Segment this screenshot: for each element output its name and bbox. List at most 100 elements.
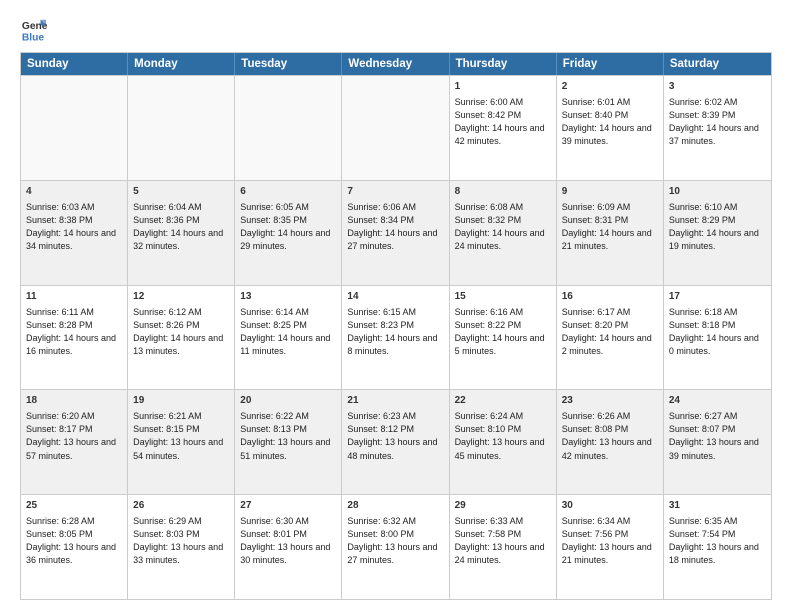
cell-info: Sunrise: 6:28 AM Sunset: 8:05 PM Dayligh… bbox=[26, 515, 122, 567]
day-number: 17 bbox=[669, 290, 766, 304]
day-number: 1 bbox=[455, 80, 551, 94]
cell-info: Sunrise: 6:27 AM Sunset: 8:07 PM Dayligh… bbox=[669, 410, 766, 462]
day-number: 21 bbox=[347, 394, 443, 408]
header-day-monday: Monday bbox=[128, 53, 235, 75]
calendar-row-1: 4 Sunrise: 6:03 AM Sunset: 8:38 PM Daylig… bbox=[21, 180, 771, 285]
calendar-cell-empty-0-1 bbox=[128, 76, 235, 180]
calendar-cell-1: 1Sunrise: 6:00 AM Sunset: 8:42 PM Daylig… bbox=[450, 76, 557, 180]
day-number: 4 bbox=[26, 185, 122, 199]
calendar-cell-20: 20Sunrise: 6:22 AM Sunset: 8:13 PM Dayli… bbox=[235, 390, 342, 494]
calendar-cell-12: 12 Sunrise: 6:12 AM Sunset: 8:26 PM Dayli… bbox=[128, 286, 235, 390]
cell-info: Sunrise: 6:09 AM Sunset: 8:31 PM Dayligh… bbox=[562, 201, 658, 253]
calendar-cell-29: 29 Sunrise: 6:33 AM Sunset: 7:58 PM Dayli… bbox=[450, 495, 557, 599]
calendar-cell-17: 17 Sunrise: 6:18 AM Sunset: 8:18 PM Dayli… bbox=[664, 286, 771, 390]
day-number: 6 bbox=[240, 185, 336, 199]
calendar-cell-13: 13 Sunrise: 6:14 AM Sunset: 8:25 PM Dayli… bbox=[235, 286, 342, 390]
cell-info: Sunrise: 6:21 AM Sunset: 8:15 PM Dayligh… bbox=[133, 410, 229, 462]
cell-info: Sunrise: 6:12 AM Sunset: 8:26 PM Dayligh… bbox=[133, 306, 229, 358]
day-number: 12 bbox=[133, 290, 229, 304]
day-number: 15 bbox=[455, 290, 551, 304]
calendar-cell-18: 18Sunrise: 6:20 AM Sunset: 8:17 PM Dayli… bbox=[21, 390, 128, 494]
day-number: 22 bbox=[455, 394, 551, 408]
calendar-row-4: 25 Sunrise: 6:28 AM Sunset: 8:05 PM Dayli… bbox=[21, 494, 771, 599]
svg-text:Blue: Blue bbox=[22, 32, 45, 43]
day-number: 24 bbox=[669, 394, 766, 408]
cell-info: Sunrise: 6:05 AM Sunset: 8:35 PM Dayligh… bbox=[240, 201, 336, 253]
calendar-cell-7: 7 Sunrise: 6:06 AM Sunset: 8:34 PM Daylig… bbox=[342, 181, 449, 285]
calendar-cell-16: 16 Sunrise: 6:17 AM Sunset: 8:20 PM Dayli… bbox=[557, 286, 664, 390]
cell-info: Sunrise: 6:29 AM Sunset: 8:03 PM Dayligh… bbox=[133, 515, 229, 567]
cell-info: Sunrise: 6:08 AM Sunset: 8:32 PM Dayligh… bbox=[455, 201, 551, 253]
day-number: 14 bbox=[347, 290, 443, 304]
calendar-cell-9: 9Sunrise: 6:09 AM Sunset: 8:31 PM Daylig… bbox=[557, 181, 664, 285]
cell-info: Sunrise: 6:18 AM Sunset: 8:18 PM Dayligh… bbox=[669, 306, 766, 358]
header-day-wednesday: Wednesday bbox=[342, 53, 449, 75]
calendar-cell-25: 25 Sunrise: 6:28 AM Sunset: 8:05 PM Dayli… bbox=[21, 495, 128, 599]
cell-info: Sunrise: 6:32 AM Sunset: 8:00 PM Dayligh… bbox=[347, 515, 443, 567]
day-number: 28 bbox=[347, 499, 443, 513]
cell-info: Sunrise: 6:22 AM Sunset: 8:13 PM Dayligh… bbox=[240, 410, 336, 462]
calendar-cell-28: 28 Sunrise: 6:32 AM Sunset: 8:00 PM Dayli… bbox=[342, 495, 449, 599]
calendar-body: 1Sunrise: 6:00 AM Sunset: 8:42 PM Daylig… bbox=[21, 75, 771, 599]
logo-icon: General Blue bbox=[20, 16, 48, 44]
cell-info: Sunrise: 6:01 AM Sunset: 8:40 PM Dayligh… bbox=[562, 96, 658, 148]
cell-info: Sunrise: 6:10 AM Sunset: 8:29 PM Dayligh… bbox=[669, 201, 766, 253]
day-number: 29 bbox=[455, 499, 551, 513]
calendar-cell-8: 8Sunrise: 6:08 AM Sunset: 8:32 PM Daylig… bbox=[450, 181, 557, 285]
calendar-cell-31: 31 Sunrise: 6:35 AM Sunset: 7:54 PM Dayli… bbox=[664, 495, 771, 599]
day-number: 16 bbox=[562, 290, 658, 304]
calendar-cell-30: 30 Sunrise: 6:34 AM Sunset: 7:56 PM Dayli… bbox=[557, 495, 664, 599]
calendar-cell-empty-0-0 bbox=[21, 76, 128, 180]
day-number: 18 bbox=[26, 394, 122, 408]
day-number: 13 bbox=[240, 290, 336, 304]
calendar-row-2: 11 Sunrise: 6:11 AM Sunset: 8:28 PM Dayli… bbox=[21, 285, 771, 390]
cell-info: Sunrise: 6:16 AM Sunset: 8:22 PM Dayligh… bbox=[455, 306, 551, 358]
cell-info: Sunrise: 6:33 AM Sunset: 7:58 PM Dayligh… bbox=[455, 515, 551, 567]
page: General Blue SundayMondayTuesdayWednesda… bbox=[0, 0, 792, 612]
day-number: 7 bbox=[347, 185, 443, 199]
calendar-cell-21: 21Sunrise: 6:23 AM Sunset: 8:12 PM Dayli… bbox=[342, 390, 449, 494]
cell-info: Sunrise: 6:14 AM Sunset: 8:25 PM Dayligh… bbox=[240, 306, 336, 358]
calendar-cell-10: 10 Sunrise: 6:10 AM Sunset: 8:29 PM Dayli… bbox=[664, 181, 771, 285]
calendar-row-3: 18Sunrise: 6:20 AM Sunset: 8:17 PM Dayli… bbox=[21, 389, 771, 494]
cell-info: Sunrise: 6:35 AM Sunset: 7:54 PM Dayligh… bbox=[669, 515, 766, 567]
calendar-header: SundayMondayTuesdayWednesdayThursdayFrid… bbox=[21, 53, 771, 75]
cell-info: Sunrise: 6:24 AM Sunset: 8:10 PM Dayligh… bbox=[455, 410, 551, 462]
cell-info: Sunrise: 6:30 AM Sunset: 8:01 PM Dayligh… bbox=[240, 515, 336, 567]
day-number: 31 bbox=[669, 499, 766, 513]
calendar-cell-2: 2 Sunrise: 6:01 AM Sunset: 8:40 PM Daylig… bbox=[557, 76, 664, 180]
logo: General Blue bbox=[20, 16, 52, 44]
calendar-cell-3: 3Sunrise: 6:02 AM Sunset: 8:39 PM Daylig… bbox=[664, 76, 771, 180]
calendar-cell-5: 5Sunrise: 6:04 AM Sunset: 8:36 PM Daylig… bbox=[128, 181, 235, 285]
cell-info: Sunrise: 6:15 AM Sunset: 8:23 PM Dayligh… bbox=[347, 306, 443, 358]
day-number: 25 bbox=[26, 499, 122, 513]
calendar-cell-24: 24 Sunrise: 6:27 AM Sunset: 8:07 PM Dayli… bbox=[664, 390, 771, 494]
calendar-cell-14: 14 Sunrise: 6:15 AM Sunset: 8:23 PM Dayli… bbox=[342, 286, 449, 390]
calendar-cell-23: 23Sunrise: 6:26 AM Sunset: 8:08 PM Dayli… bbox=[557, 390, 664, 494]
calendar-cell-15: 15 Sunrise: 6:16 AM Sunset: 8:22 PM Dayli… bbox=[450, 286, 557, 390]
cell-info: Sunrise: 6:26 AM Sunset: 8:08 PM Dayligh… bbox=[562, 410, 658, 462]
calendar: SundayMondayTuesdayWednesdayThursdayFrid… bbox=[20, 52, 772, 600]
day-number: 19 bbox=[133, 394, 229, 408]
header-day-tuesday: Tuesday bbox=[235, 53, 342, 75]
day-number: 30 bbox=[562, 499, 658, 513]
day-number: 2 bbox=[562, 80, 658, 94]
calendar-cell-4: 4 Sunrise: 6:03 AM Sunset: 8:38 PM Daylig… bbox=[21, 181, 128, 285]
calendar-cell-19: 19 Sunrise: 6:21 AM Sunset: 8:15 PM Dayli… bbox=[128, 390, 235, 494]
cell-info: Sunrise: 6:06 AM Sunset: 8:34 PM Dayligh… bbox=[347, 201, 443, 253]
day-number: 10 bbox=[669, 185, 766, 199]
day-number: 3 bbox=[669, 80, 766, 94]
header-day-thursday: Thursday bbox=[450, 53, 557, 75]
cell-info: Sunrise: 6:17 AM Sunset: 8:20 PM Dayligh… bbox=[562, 306, 658, 358]
cell-info: Sunrise: 6:11 AM Sunset: 8:28 PM Dayligh… bbox=[26, 306, 122, 358]
day-number: 27 bbox=[240, 499, 336, 513]
day-number: 11 bbox=[26, 290, 122, 304]
cell-info: Sunrise: 6:34 AM Sunset: 7:56 PM Dayligh… bbox=[562, 515, 658, 567]
calendar-cell-11: 11 Sunrise: 6:11 AM Sunset: 8:28 PM Dayli… bbox=[21, 286, 128, 390]
cell-info: Sunrise: 6:03 AM Sunset: 8:38 PM Dayligh… bbox=[26, 201, 122, 253]
calendar-row-0: 1Sunrise: 6:00 AM Sunset: 8:42 PM Daylig… bbox=[21, 75, 771, 180]
header: General Blue bbox=[20, 16, 772, 44]
header-day-saturday: Saturday bbox=[664, 53, 771, 75]
header-day-sunday: Sunday bbox=[21, 53, 128, 75]
calendar-cell-6: 6 Sunrise: 6:05 AM Sunset: 8:35 PM Daylig… bbox=[235, 181, 342, 285]
